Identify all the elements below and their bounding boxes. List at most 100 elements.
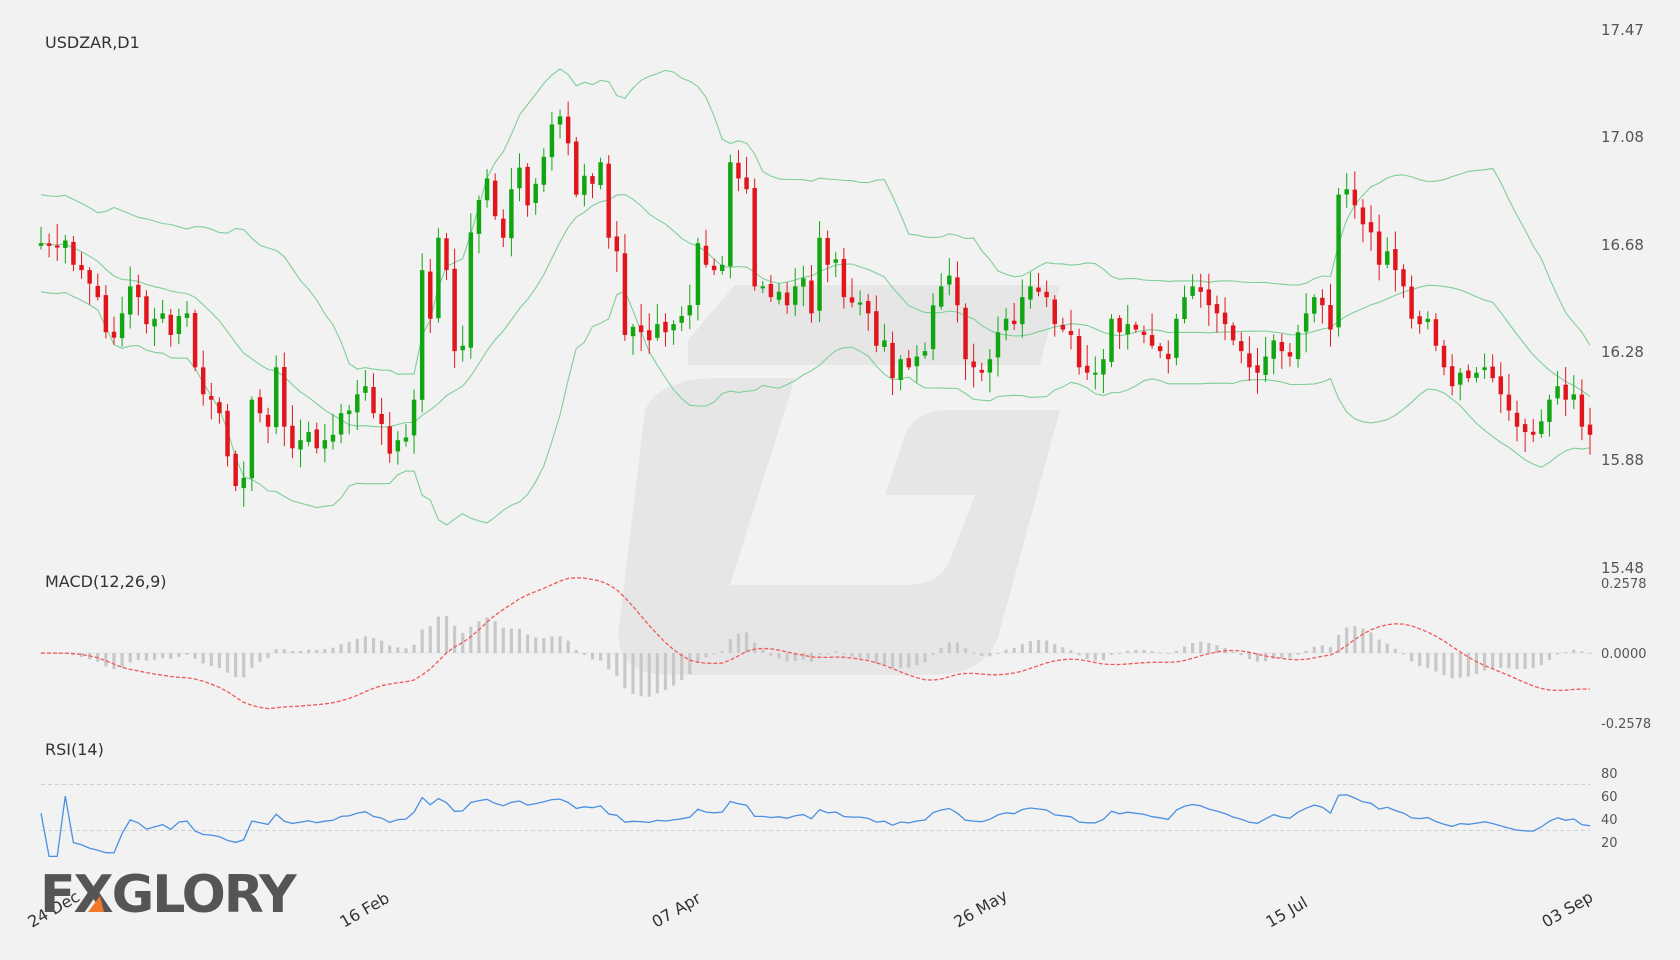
macd-histogram-bar — [469, 626, 473, 653]
macd-histogram-bar — [744, 632, 749, 653]
macd-histogram-bar — [1296, 653, 1300, 655]
candle-body — [1190, 286, 1195, 296]
candle-body — [687, 305, 693, 316]
macd-ytick-label: 0.0000 — [1601, 647, 1647, 662]
candle-body — [1506, 394, 1512, 411]
candle-body — [549, 124, 555, 158]
macd-histogram-bar — [1482, 653, 1487, 671]
macd-histogram-bar — [736, 633, 741, 653]
candle-body — [1579, 394, 1585, 427]
macd-histogram-bar — [120, 653, 124, 668]
macd-histogram-bar — [1409, 653, 1414, 662]
candle-body — [606, 163, 611, 238]
candle-body — [168, 314, 173, 335]
candle-body — [711, 265, 717, 271]
candle-body — [517, 167, 522, 189]
macd-histogram-bar — [274, 649, 278, 653]
candle-body — [841, 258, 847, 298]
candle-body — [922, 351, 928, 356]
candle-body — [1417, 316, 1422, 325]
candle-body — [476, 200, 482, 234]
macd-histogram-bar — [582, 653, 586, 655]
candle-body — [38, 243, 44, 246]
candle-body — [1011, 320, 1017, 325]
candle-body — [865, 300, 871, 314]
candle-body — [1247, 353, 1252, 368]
candle-body — [176, 316, 182, 335]
candle-body — [1425, 318, 1431, 323]
candle-body — [898, 359, 903, 380]
macd-histogram-bar — [444, 615, 449, 653]
macd-histogram-bar — [574, 650, 578, 653]
macd-histogram-bar — [315, 650, 319, 653]
macd-histogram-bar — [453, 625, 457, 653]
macd-histogram-bar — [331, 647, 335, 653]
macd-histogram-bar — [761, 649, 765, 653]
candle-body — [938, 286, 944, 307]
macd-histogram-bar — [1507, 653, 1511, 669]
macd-histogram-bar — [1004, 649, 1008, 653]
candle-body — [890, 342, 895, 379]
macd-histogram-bar — [525, 634, 530, 653]
candle-body — [1117, 318, 1122, 333]
candle-body — [501, 218, 506, 238]
candle-body — [282, 367, 287, 427]
macd-histogram-bar — [955, 642, 960, 653]
macd-histogram-bar — [1523, 653, 1527, 670]
candle-body — [1068, 330, 1074, 335]
macd-histogram-bar — [128, 653, 132, 663]
candle-body — [1206, 289, 1212, 306]
macd-histogram-bar — [1572, 649, 1576, 653]
macd-histogram-bar — [388, 645, 392, 653]
macd-histogram-bar — [1401, 653, 1406, 655]
macd-histogram-bar — [298, 651, 303, 653]
candle-body — [54, 245, 60, 248]
candle-body — [1531, 431, 1536, 435]
candle-body — [460, 345, 465, 351]
candle-body — [322, 440, 328, 449]
macd-histogram-bar — [258, 653, 262, 662]
macd-histogram-bar — [1393, 648, 1397, 653]
candle-body — [1571, 394, 1577, 400]
candle-body — [1352, 189, 1358, 206]
macd-histogram-bar — [112, 653, 116, 670]
candle-body — [95, 285, 100, 298]
candle-body — [200, 367, 206, 395]
candle-body — [857, 302, 863, 305]
macd-histogram-bar — [720, 651, 724, 653]
price-ytick-label: 16.28 — [1601, 343, 1644, 361]
candle-body — [663, 321, 668, 333]
macd-histogram-bar — [1450, 653, 1454, 679]
macd-histogram-bar — [1028, 641, 1033, 653]
candle-body — [290, 425, 295, 449]
candle-body — [1020, 297, 1025, 325]
candle-body — [849, 297, 855, 303]
price-ytick-label: 16.68 — [1601, 236, 1644, 254]
macd-ytick-label: 0.2578 — [1601, 577, 1647, 592]
candle-body — [1230, 325, 1236, 341]
candle-body — [728, 162, 733, 267]
candle-body — [825, 238, 830, 265]
candle-body — [1295, 332, 1301, 360]
candle-body — [1263, 356, 1268, 375]
macd-histogram-bar — [826, 653, 830, 654]
macd-histogram-bar — [509, 628, 513, 653]
rsi-ytick-label: 20 — [1601, 836, 1618, 851]
candle-body — [209, 396, 214, 400]
candle-body — [1157, 346, 1163, 352]
macd-histogram-bar — [380, 640, 384, 653]
candle-body — [792, 286, 798, 305]
macd-histogram-bar — [1442, 653, 1446, 676]
macd-histogram-bar — [1134, 649, 1138, 653]
macd-histogram-bar — [769, 653, 773, 656]
candle-body — [363, 386, 368, 393]
candle-body — [955, 277, 960, 306]
macd-histogram-bar — [834, 651, 838, 653]
macd-histogram-bar — [1101, 653, 1106, 661]
candle-body — [379, 413, 384, 424]
candle-body — [428, 271, 433, 319]
macd-histogram-bar — [282, 649, 286, 653]
candle-body — [1101, 359, 1106, 375]
macd-histogram-bar — [623, 653, 627, 689]
macd-histogram-bar — [1345, 627, 1349, 653]
